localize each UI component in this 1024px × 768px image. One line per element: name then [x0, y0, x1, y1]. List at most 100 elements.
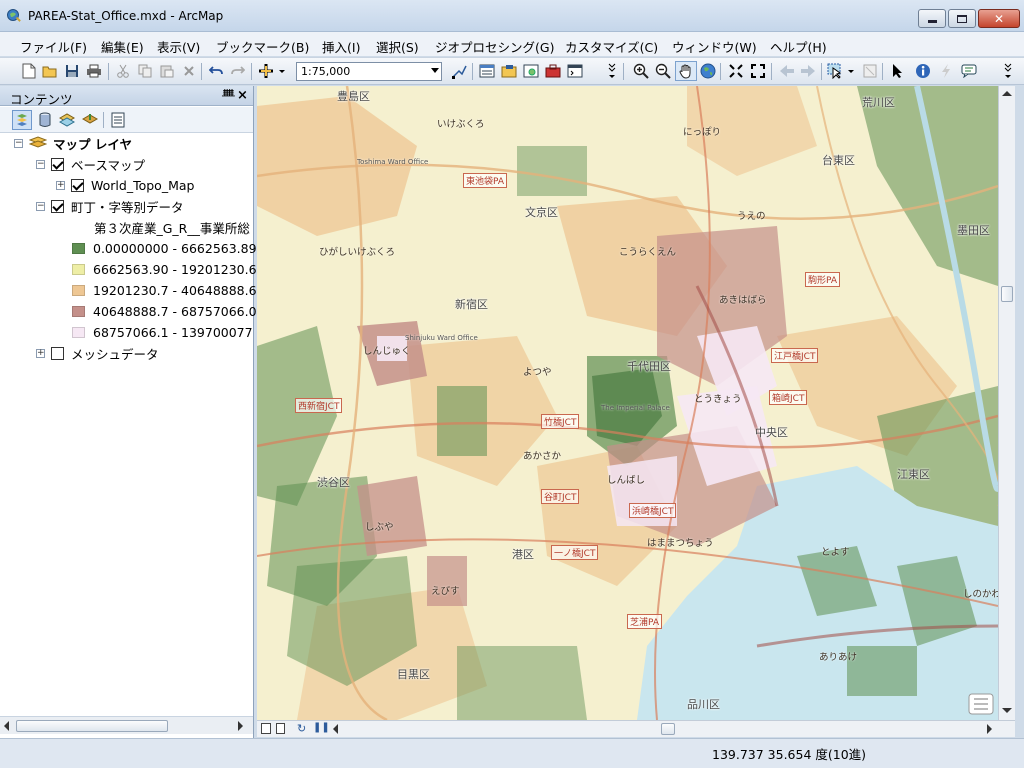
layout-view-icon[interactable] [276, 723, 285, 734]
data-layer-checkbox[interactable] [51, 199, 64, 213]
pin-icon[interactable]: ᚙ [222, 89, 235, 102]
scroll-right-icon[interactable] [987, 724, 992, 734]
catalog-window-icon[interactable] [500, 62, 518, 80]
tree-row-map-layers[interactable]: − マップ レイヤ [14, 134, 132, 152]
toolbar-separator [103, 112, 104, 128]
copy-icon[interactable] [136, 62, 154, 80]
refresh-icon[interactable]: ↻ [297, 722, 306, 735]
close-button[interactable]: ✕ [978, 9, 1020, 28]
full-extent-globe-icon[interactable] [699, 62, 717, 80]
toolbar-overflow-chevron-icon[interactable] [1003, 62, 1013, 80]
fixed-zoom-in-icon[interactable] [727, 62, 745, 80]
redo-icon[interactable] [229, 62, 247, 80]
zoom-out-icon[interactable] [654, 62, 672, 80]
world-topo-checkbox[interactable] [71, 178, 84, 192]
collapse-icon[interactable]: − [36, 201, 45, 211]
pan-hand-icon[interactable] [675, 61, 697, 81]
scroll-right-icon[interactable] [238, 721, 243, 731]
open-folder-icon[interactable] [41, 62, 59, 80]
undo-icon[interactable] [207, 62, 225, 80]
map-canvas[interactable] [257, 86, 998, 720]
legend-class-5[interactable]: 68757066.1 - 139700077 [72, 323, 253, 341]
paste-icon[interactable] [158, 62, 176, 80]
list-by-selection-icon[interactable] [80, 110, 100, 130]
list-by-drawing-order-icon[interactable] [12, 110, 32, 130]
legend-class-2[interactable]: 6662563.90 - 19201230.6 [72, 260, 257, 278]
clear-selection-icon[interactable] [861, 62, 879, 80]
fixed-zoom-out-icon[interactable] [749, 62, 767, 80]
select-elements-arrow-icon[interactable] [888, 62, 906, 80]
tree-row-world-topo-map[interactable]: + World_Topo_Map [56, 176, 194, 194]
scroll-left-icon[interactable] [4, 721, 9, 731]
add-data-button[interactable] [257, 62, 287, 80]
hyperlink-lightning-icon[interactable] [937, 62, 955, 80]
print-icon[interactable] [85, 62, 103, 80]
legend-class-1[interactable]: 0.00000000 - 6662563.89 [72, 239, 257, 257]
menu-file[interactable]: ファイル(F) [20, 37, 87, 56]
menu-windows[interactable]: ウィンドウ(W) [672, 37, 757, 56]
minimize-button[interactable] [918, 9, 946, 28]
tree-row-data-layer[interactable]: − 町丁・字等別データ [36, 197, 184, 215]
maximize-button[interactable] [948, 9, 976, 28]
list-by-visibility-icon[interactable] [57, 110, 77, 130]
table-of-contents-icon[interactable] [478, 62, 496, 80]
tree-row-basemap-group[interactable]: − ベースマップ [36, 155, 145, 173]
menu-insert[interactable]: 挿入(I) [322, 37, 360, 56]
collapse-icon[interactable]: − [14, 138, 23, 148]
close-icon[interactable]: × [237, 88, 248, 103]
editor-toolbar-icon[interactable] [450, 62, 468, 80]
tree-row-mesh-data[interactable]: + メッシュデータ [36, 344, 159, 362]
map-view[interactable]: 豊島区 Toshima Ward Office 文京区 荒川区 台東区 墨田区 … [257, 86, 998, 720]
collapse-icon[interactable]: − [36, 159, 45, 169]
legend-swatch[interactable] [72, 242, 85, 254]
list-by-source-icon[interactable] [35, 110, 55, 130]
forward-extent-icon[interactable] [799, 62, 817, 80]
map-vertical-scrollbar[interactable] [998, 86, 1015, 720]
legend-class-3[interactable]: 19201230.7 - 40648888.6 [72, 281, 257, 299]
legend-swatch[interactable] [72, 326, 85, 338]
scroll-thumb[interactable] [16, 720, 168, 732]
legend-swatch[interactable] [72, 284, 85, 296]
python-window-icon[interactable] [566, 62, 584, 80]
menu-selection[interactable]: 選択(S) [376, 37, 419, 56]
select-features-icon[interactable] [827, 62, 855, 80]
mesh-data-checkbox[interactable] [51, 346, 64, 360]
scroll-thumb[interactable] [661, 723, 675, 735]
data-view-icon[interactable] [261, 723, 271, 734]
toolbar-overflow-chevron-icon[interactable] [607, 62, 617, 80]
zoom-in-icon[interactable] [632, 62, 650, 80]
arctoolbox-icon[interactable] [544, 62, 562, 80]
cut-icon[interactable] [114, 62, 132, 80]
legend-class-4[interactable]: 40648888.7 - 68757066.0 [72, 302, 257, 320]
arcmap-app-icon[interactable] [6, 8, 22, 24]
search-window-icon[interactable] [522, 62, 540, 80]
new-document-icon[interactable] [20, 62, 38, 80]
scroll-up-icon[interactable] [1002, 91, 1012, 96]
menu-geoprocessing[interactable]: ジオプロセシング(G) [435, 37, 554, 56]
menu-bookmarks[interactable]: ブックマーク(B) [216, 37, 309, 56]
scroll-thumb[interactable] [1001, 286, 1013, 302]
toc-horizontal-scrollbar[interactable] [0, 716, 253, 734]
scroll-down-icon[interactable] [1002, 708, 1012, 713]
html-popup-icon[interactable] [960, 62, 978, 80]
menu-edit[interactable]: 編集(E) [101, 37, 144, 56]
menu-customize[interactable]: カスタマイズ(C) [565, 37, 658, 56]
basemap-group-checkbox[interactable] [51, 157, 64, 171]
tree-label-root: マップ レイヤ [53, 136, 132, 152]
expand-icon[interactable]: + [36, 348, 45, 358]
delete-icon[interactable] [180, 62, 198, 80]
menu-view[interactable]: 表示(V) [157, 37, 200, 56]
save-icon[interactable] [63, 62, 81, 80]
pause-drawing-icon[interactable]: ❚❚ [313, 722, 330, 733]
chevron-down-icon[interactable] [431, 68, 439, 73]
expand-icon[interactable]: + [56, 180, 65, 190]
options-icon[interactable] [108, 110, 128, 130]
scroll-left-icon[interactable] [333, 724, 338, 734]
menu-help[interactable]: ヘルプ(H) [770, 37, 827, 56]
identify-icon[interactable] [914, 62, 932, 80]
legend-swatch[interactable] [72, 305, 85, 317]
toolbar-separator [472, 63, 473, 80]
back-extent-icon[interactable] [778, 62, 796, 80]
map-scale-combobox[interactable]: 1:75,000 [296, 62, 442, 81]
legend-swatch[interactable] [72, 263, 85, 275]
